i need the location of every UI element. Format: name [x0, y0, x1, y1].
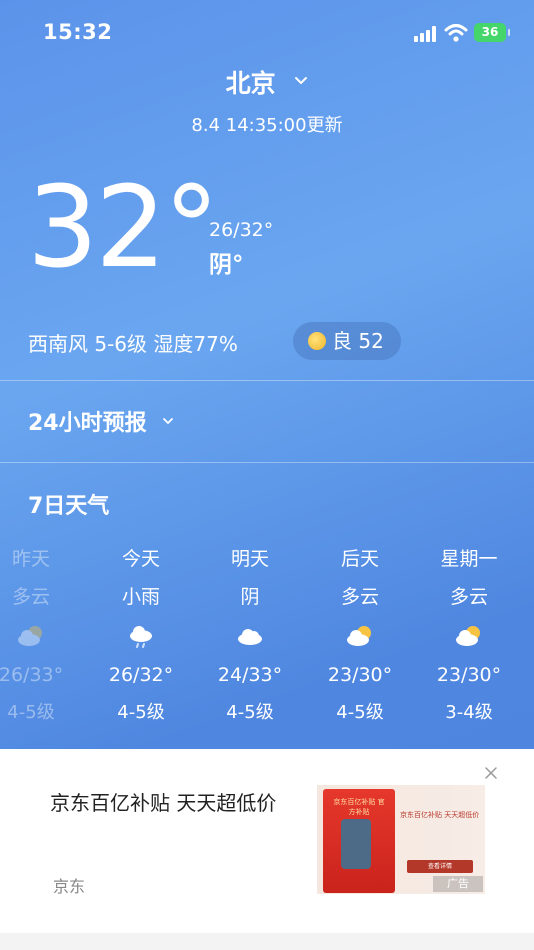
cellular-signal-icon: [414, 26, 436, 42]
status-time: 15:32: [43, 20, 113, 44]
wifi-icon: [444, 24, 468, 42]
daily-forecast-title: 7日天气: [28, 494, 110, 519]
day-temperature: 23/30°: [327, 664, 393, 686]
temperature-range: 26/32°: [209, 219, 274, 241]
day-temperature: 26/33°: [0, 664, 64, 686]
divider: [0, 462, 534, 463]
ad-image-text: 京东百亿补贴 官方补贴: [333, 798, 385, 816]
day-column-tomorrow[interactable]: 明天 阴 24/33° 4-5级: [195, 546, 305, 738]
day-column-monday[interactable]: 星期一 多云 23/30° 3-4级: [414, 546, 524, 738]
day-wind: 4-5级: [226, 702, 274, 723]
day-temperature: 24/33°: [217, 664, 283, 686]
status-bar: 15:32 36: [0, 0, 534, 66]
aqi-value: 良 52: [332, 329, 384, 353]
ad-tag: 广告: [433, 876, 483, 892]
current-condition: 阴°: [209, 252, 244, 278]
ad-image[interactable]: 京东百亿补贴 官方补贴 京东百亿补贴 天天超低价 查看详情 广告: [317, 785, 485, 894]
aqi-icon: [308, 332, 326, 350]
ad-banner[interactable]: 京东百亿补贴 天天超低价 京东 京东百亿补贴 官方补贴 京东百亿补贴 天天超低价…: [0, 749, 534, 933]
day-weather: 小雨: [121, 586, 160, 608]
day-temperature: 26/32°: [108, 664, 174, 686]
update-time: 8.4 14:35:00更新: [191, 115, 343, 136]
light-rain-icon: [130, 626, 152, 648]
day-weather: 多云: [11, 586, 50, 608]
day-wind: 4-5级: [117, 702, 165, 723]
day-wind: 4-5级: [336, 702, 384, 723]
battery-icon: 36: [474, 23, 510, 42]
partly-cloudy-icon: [347, 626, 371, 646]
day-label: 明天: [230, 548, 269, 570]
current-temperature: 32°: [27, 163, 220, 293]
weather-screen: 15:32 36 北京 8.4 14:35:00更新 32° 26/32° 阴°…: [0, 0, 534, 950]
battery-level: 36: [481, 25, 499, 39]
day-label: 星期一: [440, 548, 498, 570]
day-label: 今天: [121, 548, 160, 570]
day-column-today[interactable]: 今天 小雨 26/32° 4-5级: [86, 546, 196, 738]
divider: [0, 380, 534, 381]
day-column-day-after[interactable]: 后天 多云 23/30° 4-5级: [305, 546, 415, 738]
partly-cloudy-icon: [18, 626, 42, 646]
ad-image-button: 查看详情: [407, 860, 473, 873]
cloudy-icon: [238, 629, 262, 645]
aqi-badge[interactable]: 良 52: [293, 322, 401, 360]
hourly-forecast-title: 24小时预报: [28, 411, 147, 436]
ad-title: 京东百亿补贴 天天超低价: [50, 791, 277, 815]
chevron-down-icon: [295, 77, 308, 85]
day-label: 昨天: [11, 548, 50, 570]
close-icon[interactable]: [484, 766, 498, 780]
day-weather: 多云: [449, 586, 488, 608]
day-wind: 3-4级: [445, 702, 493, 723]
day-wind: 4-5级: [7, 702, 55, 723]
ad-source: 京东: [53, 877, 86, 896]
day-weather: 阴: [240, 586, 260, 608]
day-weather: 多云: [340, 586, 379, 608]
city-name: 北京: [225, 69, 276, 98]
wind-humidity: 西南风 5-6级 湿度77%: [28, 332, 238, 356]
bottom-bar: [0, 933, 534, 950]
chevron-down-icon: [163, 418, 174, 425]
ad-image-caption: 京东百亿补贴 天天超低价: [400, 811, 480, 819]
city-selector[interactable]: 北京: [0, 64, 534, 100]
day-label: 后天: [340, 548, 379, 570]
day-temperature: 23/30°: [436, 664, 502, 686]
hourly-forecast-toggle[interactable]: 24小时预报: [28, 405, 174, 437]
phone-image: [341, 819, 371, 869]
partly-cloudy-icon: [456, 626, 480, 646]
day-column-yesterday[interactable]: 昨天 多云 26/33° 4-5级: [0, 546, 86, 738]
